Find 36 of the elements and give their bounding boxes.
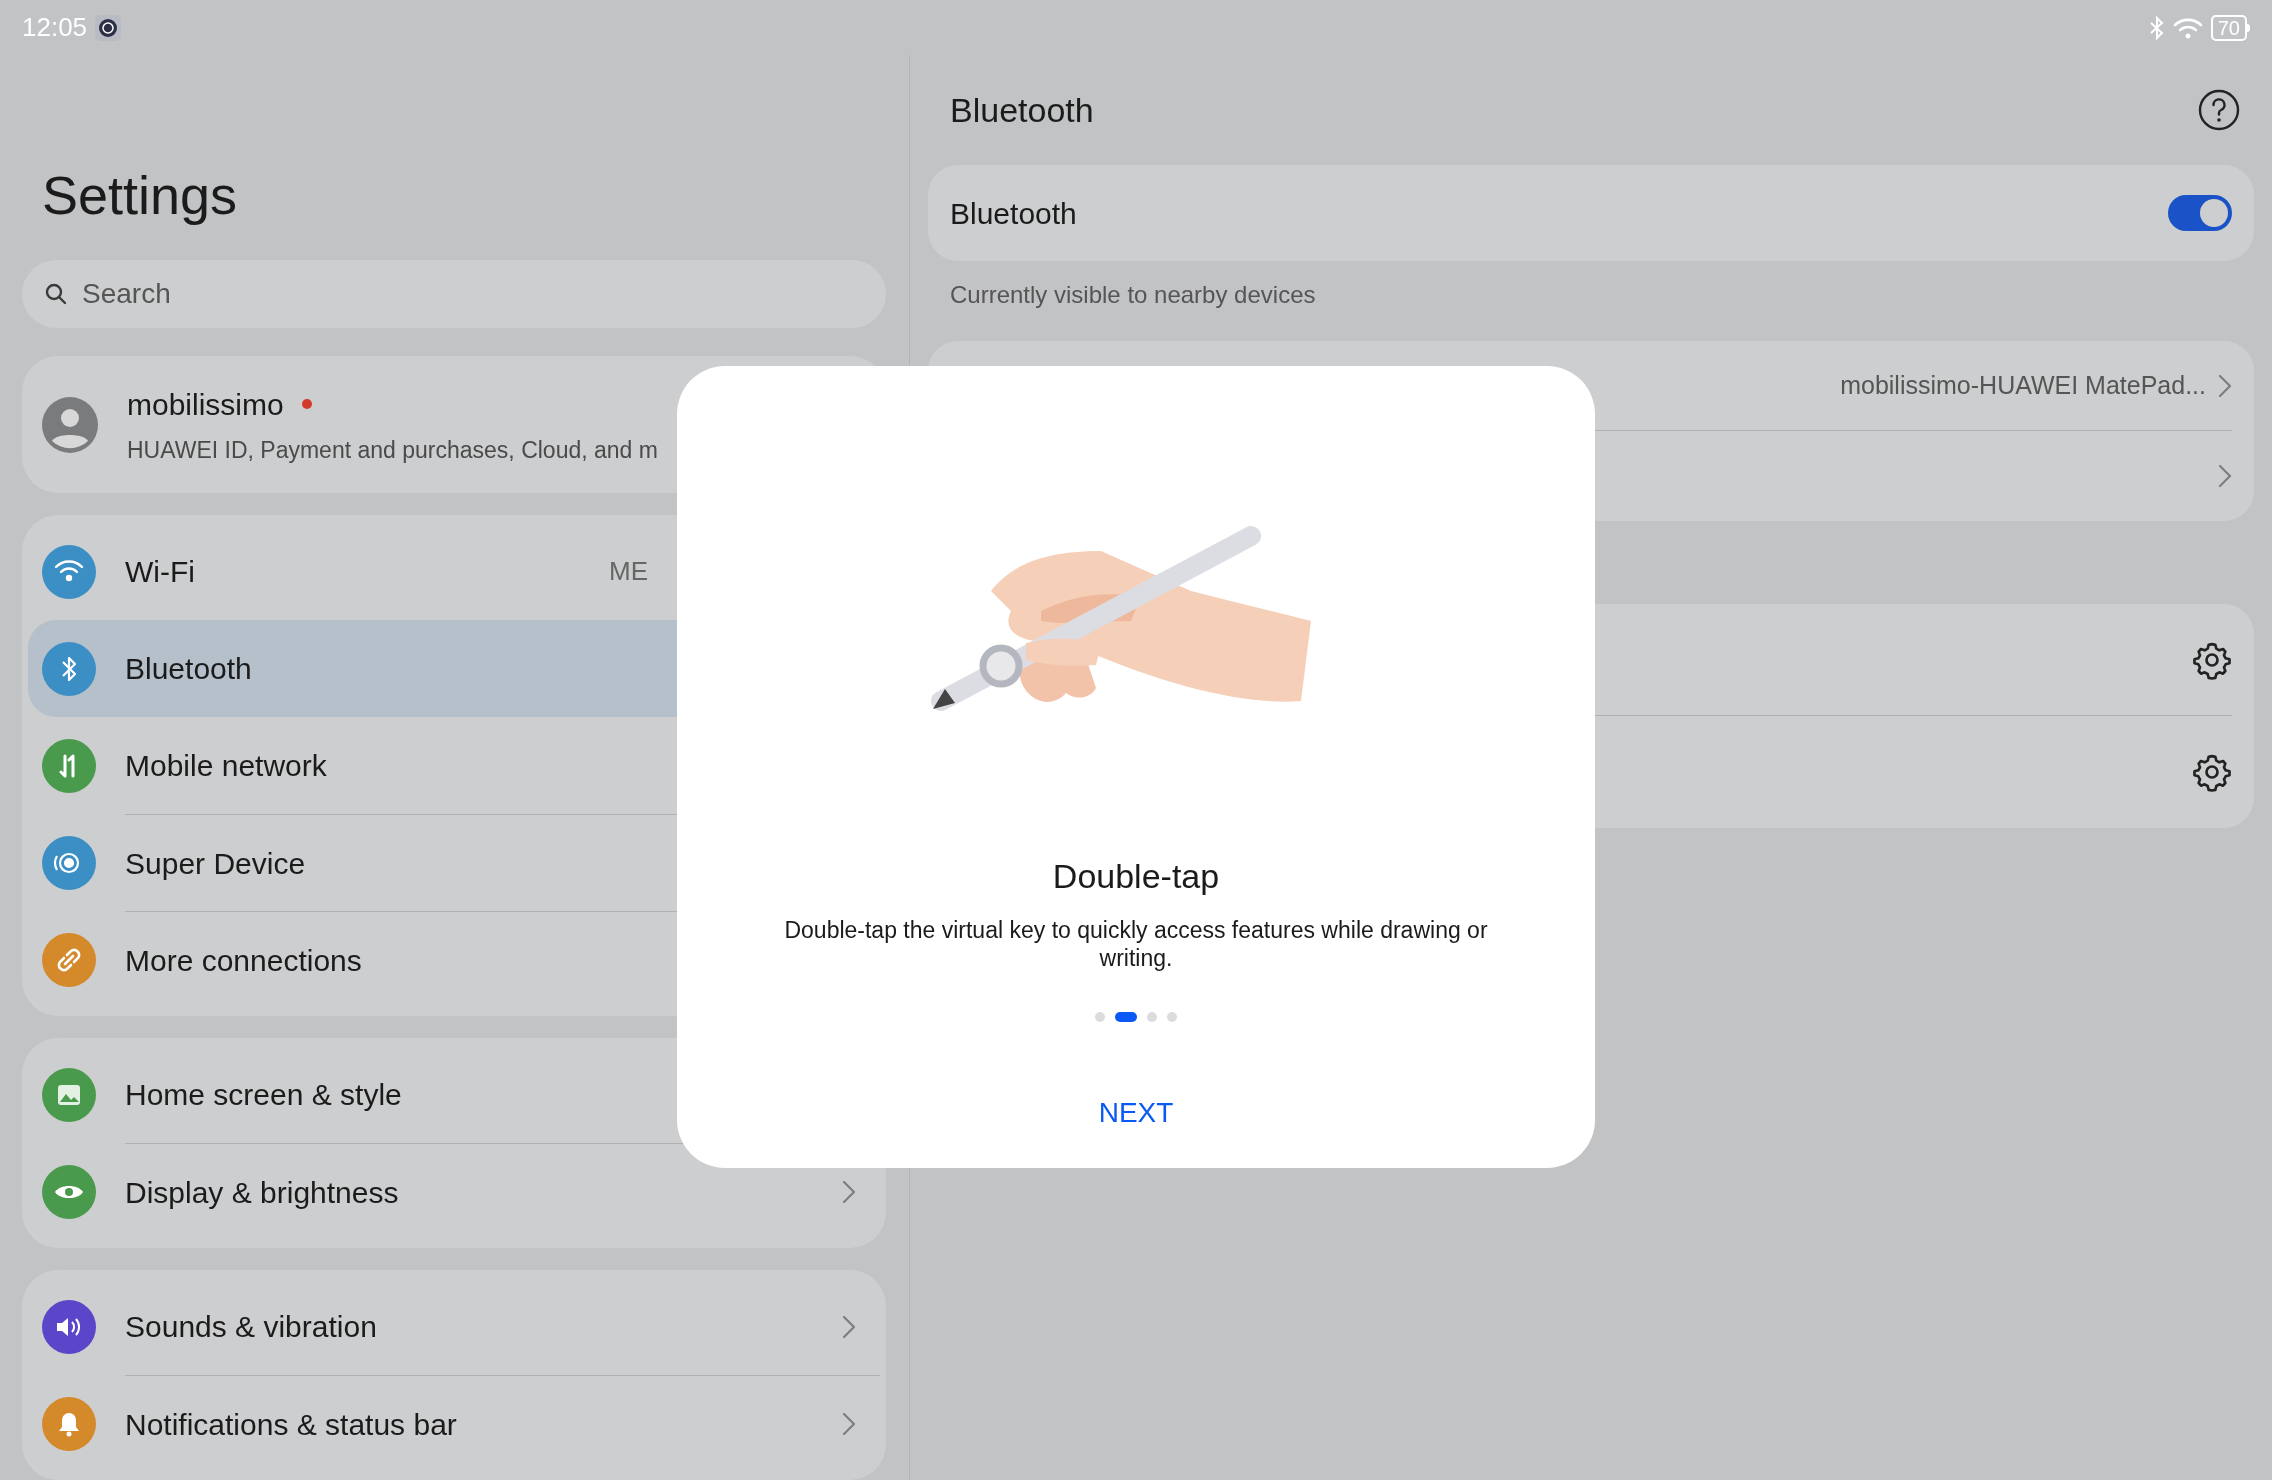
settings-item[interactable]: Sounds & vibration — [28, 1278, 880, 1375]
page-title: Settings — [41, 165, 239, 225]
avatar-icon — [42, 396, 98, 453]
settings-item[interactable]: Wi-Fi ME — [28, 523, 880, 620]
settings-item[interactable]: Notifications & status bar — [28, 1375, 880, 1472]
search-field[interactable]: Search — [22, 260, 886, 328]
settings-item-label: Sounds & vibration — [125, 1309, 377, 1345]
bluetooth-icon — [2148, 15, 2165, 40]
settings-item-label: More connections — [125, 942, 362, 979]
settings-item[interactable]: Home screen & style — [28, 1046, 880, 1143]
settings-item-label: Notifications & status bar — [125, 1406, 457, 1443]
settings-item-label: Super Device — [125, 845, 306, 882]
next-button[interactable]: NEXT — [1082, 1086, 1190, 1140]
settings-item-value: ME — [609, 555, 648, 588]
chevron-right-icon — [2218, 464, 2232, 488]
help-icon[interactable] — [2198, 89, 2240, 131]
panel-title: Bluetooth — [950, 89, 1094, 131]
settings-icon[interactable] — [2192, 752, 2232, 792]
settings-item-label: Wi-Fi — [125, 554, 195, 590]
battery-indicator: 70 — [2210, 14, 2250, 41]
settings-item-label: Display & brightness — [125, 1174, 399, 1211]
settings-item-label: Home screen & style — [125, 1077, 402, 1113]
device-name: mobilissimo-HUAWEI MatePad... — [1840, 369, 2206, 401]
account-name: mobilissimo — [127, 386, 284, 423]
visibility-note: Currently visible to nearby devices — [949, 280, 1317, 310]
account-subtitle: HUAWEI ID, Payment and purchases, Cloud, and m — [127, 435, 658, 465]
settings-item-label: Mobile network — [125, 748, 327, 784]
status-time: 12:05 — [22, 11, 88, 44]
search-icon — [44, 282, 68, 306]
dialog-description: Double-tap the virtual key to quickly access features while drawing or writing. — [783, 916, 1489, 972]
chevron-right-icon — [2218, 373, 2232, 398]
dialog-title: Double-tap — [1052, 856, 1220, 897]
settings-item-label: Bluetooth — [125, 651, 252, 687]
bluetooth-switch[interactable] — [2168, 195, 2232, 231]
settings-item[interactable]: Mobile network — [28, 717, 880, 814]
toggle-label: Bluetooth — [950, 195, 1077, 232]
